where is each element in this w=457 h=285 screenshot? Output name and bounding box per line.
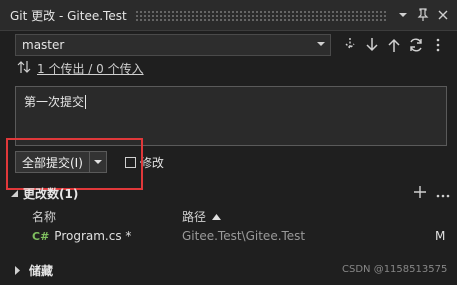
sort-ascending-icon <box>212 214 222 220</box>
column-header-path-label: 路径 <box>182 210 207 224</box>
pull-icon[interactable] <box>363 35 381 55</box>
stage-all-icon[interactable] <box>414 186 426 201</box>
commit-message-text: 第一次提交 <box>24 95 85 109</box>
file-status: M <box>435 229 446 243</box>
chevron-down-icon[interactable] <box>395 7 411 23</box>
more-icon[interactable] <box>436 187 450 201</box>
watermark: CSDN @1158513575 <box>342 264 448 275</box>
column-header-path[interactable]: 路径 <box>182 208 222 225</box>
branch-toolbar: master <box>15 33 455 57</box>
column-header-name[interactable]: 名称 <box>32 208 182 225</box>
title-bar: Git 更改 - Gitee.Test <box>0 0 457 31</box>
changes-count: 更改数(1) <box>23 187 79 201</box>
branch-dropdown[interactable]: master <box>15 34 331 56</box>
git-changes-panel: Git 更改 - Gitee.Test master 1 个传出 / 0 个传入… <box>0 0 457 285</box>
csharp-file-icon: C# <box>32 229 50 243</box>
sync-status: 1 个传出 / 0 个传入 <box>17 60 144 77</box>
changed-file-row[interactable]: C# Program.cs * Gitee.Test\Gitee.Test M <box>32 229 452 243</box>
branch-name: master <box>22 38 65 52</box>
annotation-highlight <box>6 138 143 190</box>
more-icon[interactable] <box>429 35 447 55</box>
pin-icon[interactable] <box>415 7 431 23</box>
close-icon[interactable] <box>435 7 451 23</box>
expand-chevron-icon <box>14 264 21 278</box>
fetch-icon[interactable] <box>341 35 359 55</box>
stash-section-header[interactable]: 储藏 <box>14 262 53 279</box>
outgoing-incoming-link[interactable]: 1 个传出 / 0 个传入 <box>37 60 144 77</box>
file-path: Gitee.Test\Gitee.Test <box>182 229 306 243</box>
changes-column-headers: 名称 路径 <box>32 208 452 225</box>
drag-grip[interactable] <box>134 9 387 21</box>
window-title: Git 更改 - Gitee.Test <box>10 8 127 23</box>
sync-icon[interactable] <box>407 35 425 55</box>
stash-label: 储藏 <box>29 264 54 278</box>
commit-message-input[interactable]: 第一次提交 <box>15 86 447 146</box>
text-caret <box>85 95 87 109</box>
file-name: Program.cs * <box>54 229 132 243</box>
changes-section-header[interactable]: 更改数(1) <box>10 185 450 202</box>
amend-label: 修改 <box>139 155 164 170</box>
push-icon[interactable] <box>385 35 403 55</box>
expand-triangle-icon <box>10 187 19 201</box>
chevron-down-icon <box>316 38 326 52</box>
arrows-updown-icon <box>17 60 31 77</box>
